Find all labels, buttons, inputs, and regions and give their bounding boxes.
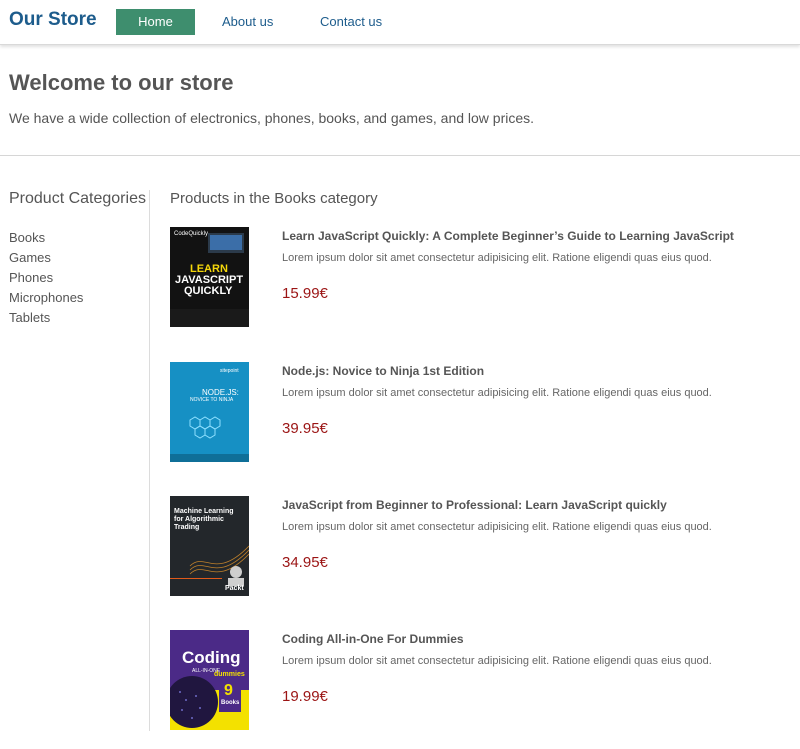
- product-price: 15.99€: [282, 285, 328, 302]
- product-title[interactable]: Coding All-in-One For Dummies: [282, 632, 464, 646]
- cover-title-line3: Trading: [174, 524, 200, 531]
- product-price: 39.95€: [282, 420, 328, 437]
- product-description: Lorem ipsum dolor sit amet consectetur a…: [282, 252, 712, 264]
- category-sidebar: Product Categories Books Games Phones Mi…: [9, 190, 149, 328]
- category-books[interactable]: Books: [9, 228, 149, 248]
- product-card: sitepoint NODE.JS: NOVICE TO NINJA Node.…: [170, 362, 790, 462]
- cover-title-line1: Coding: [182, 648, 241, 667]
- product-cover-image[interactable]: CodeQuickly LEARN JAVASCRIPT QUICKLY: [170, 227, 249, 327]
- product-description: Lorem ipsum dolor sit amet consectetur a…: [282, 387, 712, 399]
- category-microphones[interactable]: Microphones: [9, 288, 149, 308]
- cover-title-line1: NODE.JS:: [202, 388, 239, 397]
- sidebar-separator: [149, 190, 150, 731]
- category-phones[interactable]: Phones: [9, 268, 149, 288]
- section-divider: [0, 155, 800, 156]
- welcome-title: Welcome to our store: [9, 70, 234, 95]
- cover-badge: dummies: [214, 671, 245, 678]
- cover-volume-label: Books: [221, 700, 240, 706]
- product-description: Lorem ipsum dolor sit amet consectetur a…: [282, 521, 712, 533]
- nav-about-link[interactable]: About us: [222, 9, 273, 35]
- product-price: 34.95€: [282, 554, 328, 571]
- top-navbar: Our Store Home About us Contact us: [0, 0, 800, 45]
- brand-logo[interactable]: Our Store: [9, 9, 97, 31]
- product-card: Coding ALL-IN-ONE dummies 9 Books Coding…: [170, 630, 790, 730]
- nav-contact-link[interactable]: Contact us: [320, 9, 382, 35]
- cover-publisher: Packt: [225, 585, 244, 592]
- cover-title-line3: QUICKLY: [184, 285, 233, 297]
- product-title[interactable]: Node.js: Novice to Ninja 1st Edition: [282, 364, 484, 378]
- cover-publisher: CodeQuickly: [174, 231, 209, 237]
- cover-volume-number: 9: [224, 682, 233, 699]
- category-list: Books Games Phones Microphones Tablets: [9, 228, 149, 328]
- product-description: Lorem ipsum dolor sit amet consectetur a…: [282, 655, 712, 667]
- category-games[interactable]: Games: [9, 248, 149, 268]
- product-title[interactable]: Learn JavaScript Quickly: A Complete Beg…: [282, 229, 734, 243]
- product-card: CodeQuickly LEARN JAVASCRIPT QUICKLY Lea…: [170, 227, 790, 327]
- product-price: 19.99€: [282, 688, 328, 705]
- product-cover-image[interactable]: sitepoint NODE.JS: NOVICE TO NINJA: [170, 362, 249, 462]
- products-section-title: Products in the Books category: [170, 190, 378, 207]
- cover-title-line2: for Algorithmic: [174, 516, 224, 523]
- category-tablets[interactable]: Tablets: [9, 308, 149, 328]
- welcome-text: We have a wide collection of electronics…: [9, 110, 535, 126]
- product-cover-image[interactable]: Machine Learning for Algorithmic Trading…: [170, 496, 249, 596]
- cover-title-line1: Machine Learning: [174, 508, 234, 515]
- sidebar-title: Product Categories: [9, 190, 146, 207]
- cover-publisher: sitepoint: [220, 368, 239, 374]
- product-cover-image[interactable]: Coding ALL-IN-ONE dummies 9 Books: [170, 630, 249, 730]
- product-title[interactable]: JavaScript from Beginner to Professional…: [282, 498, 667, 512]
- cover-title-line2: NOVICE TO NINJA: [190, 397, 234, 403]
- nav-home-link[interactable]: Home: [116, 9, 195, 35]
- product-card: Machine Learning for Algorithmic Trading…: [170, 496, 790, 596]
